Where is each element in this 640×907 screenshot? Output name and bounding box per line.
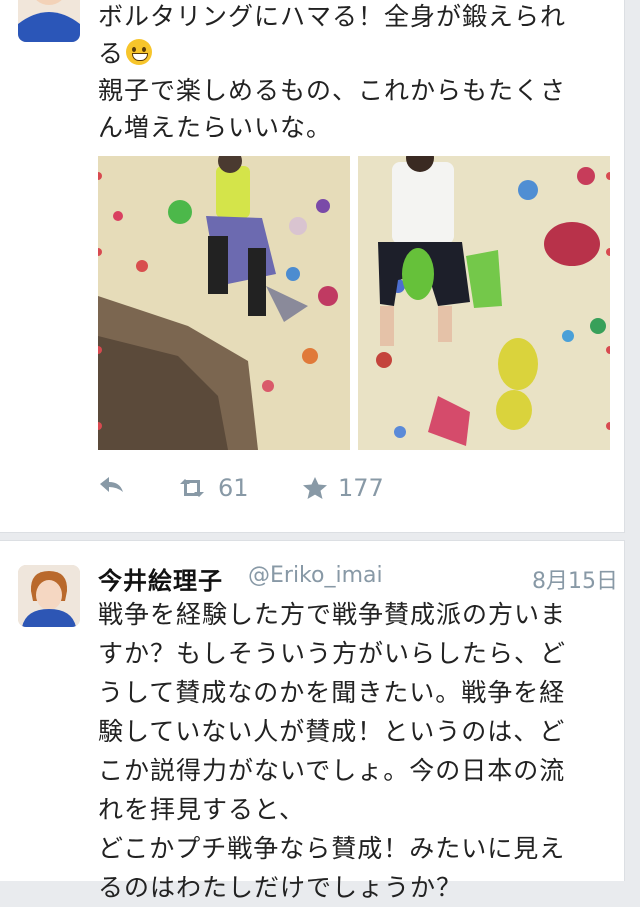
tweet-text-line: うして賛成なのかを聞きたい。戦争を経 <box>98 678 566 707</box>
tweet-text-line: ん増えたらいいな。 <box>98 113 333 142</box>
tweet-text-line: る <box>98 39 125 68</box>
tweet-card[interactable]: ボルタリングにハマる！全身が鍛えられ る 親子で楽しめるもの、これからもたくさ … <box>0 0 625 533</box>
retweet-button[interactable]: 61 <box>176 474 249 502</box>
retweet-icon <box>180 479 204 497</box>
grinning-face-icon <box>126 39 153 65</box>
tweet-text-line: ボルタリングにハマる！全身が鍛えられ <box>98 2 567 31</box>
author-name[interactable]: 今井絵理子 <box>98 561 223 596</box>
tweet-header: 今井絵理子 @Eriko_imai 8月15日 <box>98 561 618 595</box>
star-icon <box>303 477 327 499</box>
tweet-text-line: こか説得力がないでしょ。今の日本の流 <box>98 756 566 785</box>
avatar[interactable] <box>18 565 80 627</box>
tweet-photo[interactable] <box>98 156 610 450</box>
tweet-text-line: 親子で楽しめるもの、これからもたくさ <box>98 76 567 105</box>
tweet-text-line: どこかプチ戦争なら賛成！みたいに見え <box>98 834 566 863</box>
tweet-text-line: 戦争を経験した方で戦争賛成派の方いま <box>98 600 567 629</box>
tweet-text: 戦争を経験した方で戦争賛成派の方いま すか？もしそういう方がいらしたら、ど うし… <box>98 595 608 907</box>
reply-icon <box>100 477 123 492</box>
avatar[interactable] <box>18 0 80 42</box>
favorite-button[interactable]: 177 <box>302 474 384 502</box>
tweet-card[interactable]: 今井絵理子 @Eriko_imai 8月15日 戦争を経験した方で戦争賛成派の方… <box>0 540 625 902</box>
favorite-count: 177 <box>338 474 384 502</box>
author-handle[interactable]: @Eriko_imai <box>248 563 383 588</box>
tweet-date[interactable]: 8月15日 <box>532 563 618 595</box>
tweet-text: ボルタリングにハマる！全身が鍛えられ る 親子で楽しめるもの、これからもたくさ … <box>98 0 608 146</box>
reply-button[interactable] <box>98 474 126 496</box>
tweet-text-line: るのはわたしだけでしょうか？ <box>98 873 463 902</box>
tweet-text-line: すか？もしそういう方がいらしたら、ど <box>98 639 567 668</box>
tweet-text-line: れを拝見すると、 <box>98 795 306 824</box>
retweet-count: 61 <box>218 474 249 502</box>
tweet-text-line: 験していない人が賛成！というのは、ど <box>98 717 566 746</box>
